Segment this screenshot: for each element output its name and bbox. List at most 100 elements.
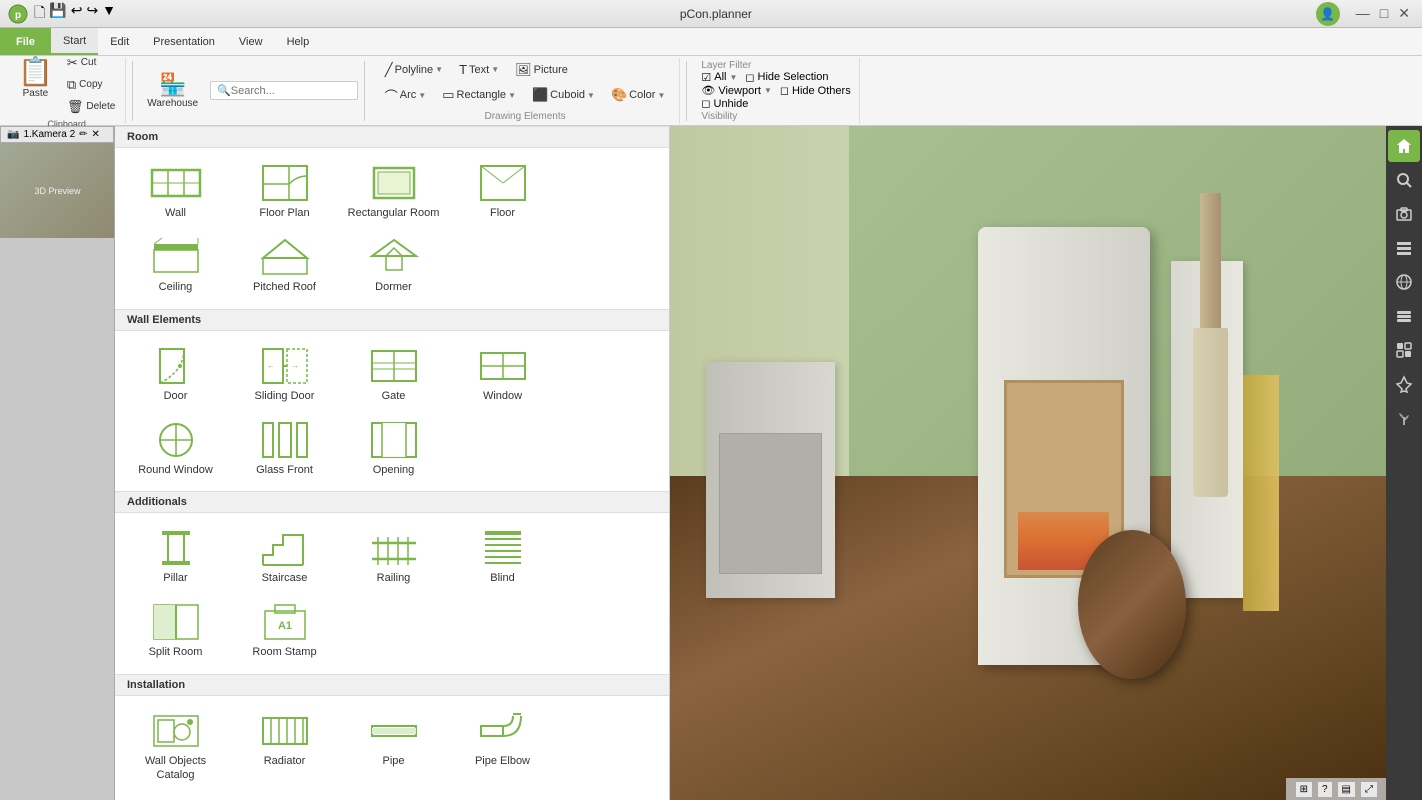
glass-front-icon (259, 419, 311, 461)
close-button[interactable]: ✕ (1394, 5, 1414, 22)
sidebar-item-pipe-elbow[interactable]: Pipe Elbow (450, 704, 555, 789)
sidebar-item-round-window[interactable]: Round Window (123, 413, 228, 483)
rt-pin-button[interactable] (1388, 368, 1420, 400)
unhide-icon: ◻ (701, 97, 710, 110)
redo-icon[interactable]: ↪ (86, 2, 98, 26)
sidebar-item-glass-front[interactable]: Glass Front (232, 413, 337, 483)
sidebar-item-pipe-tee[interactable]: Pipe Tee (123, 792, 228, 800)
all-layer-dropdown[interactable]: ▼ (729, 73, 737, 82)
layout-button[interactable]: ▤ (1337, 781, 1356, 798)
title-bar: p 🗋 💾 ↩ ↪ ▼ pCon.planner 👤 — □ ✕ (0, 0, 1422, 28)
expand-button[interactable]: ⤢ (1360, 781, 1378, 798)
edit-camera-icon[interactable]: ✏ (79, 129, 87, 140)
text-dropdown[interactable]: ▼ (491, 65, 499, 74)
color-icon: 🎨 (611, 87, 627, 103)
tab-presentation[interactable]: Presentation (141, 28, 227, 55)
rt-search-button[interactable] (1388, 164, 1420, 196)
sidebar-item-railing[interactable]: Railing (341, 521, 446, 591)
viewport-item[interactable]: 👁 Viewport ▼ (701, 84, 772, 97)
arc-dropdown[interactable]: ▼ (418, 91, 426, 100)
viewport-dropdown[interactable]: ▼ (764, 86, 772, 95)
sidebar-item-room-stamp[interactable]: A1 Room Stamp (232, 595, 337, 665)
sidebar-item-pipe[interactable]: Pipe (341, 704, 446, 789)
menu-bar: File Start Edit Presentation View Help (0, 28, 1422, 56)
tab-edit[interactable]: Edit (98, 28, 141, 55)
sidebar-item-wall-objects-catalog[interactable]: Wall Objects Catalog (123, 704, 228, 789)
sidebar-item-gate[interactable]: Gate (341, 339, 446, 409)
picture-button[interactable]: 🖼 Picture (509, 60, 574, 80)
sidebar-item-radiator[interactable]: Radiator (232, 704, 337, 789)
minimize-button[interactable]: — (1352, 5, 1374, 22)
sidebar-item-pitched-roof[interactable]: Pitched Roof (232, 230, 337, 300)
camera-tab[interactable]: 📷 1.Kamera 2 ✏ ✕ (0, 126, 114, 143)
sidebar-item-floor-plan[interactable]: Floor Plan (232, 156, 337, 226)
all-layer-item[interactable]: ☑ All ▼ (701, 71, 737, 84)
hide-selection-item[interactable]: ◻ Hide Selection (745, 71, 828, 84)
branches (1200, 193, 1221, 328)
rt-list-button[interactable] (1388, 232, 1420, 264)
rt-layers-button[interactable] (1388, 300, 1420, 332)
arc-button[interactable]: ⌒ Arc ▼ (379, 84, 432, 107)
warehouse-button[interactable]: 🏪 Warehouse (139, 68, 206, 113)
sidebar-item-dormer[interactable]: Dormer (341, 230, 446, 300)
color-button[interactable]: 🎨 Color ▼ (605, 85, 671, 105)
camera-icon: 📷 (7, 129, 19, 140)
maximize-button[interactable]: □ (1376, 5, 1392, 22)
unhide-item[interactable]: ◻ Unhide (701, 97, 748, 110)
rt-home-button[interactable] (1388, 130, 1420, 162)
sidebar-item-wall[interactable]: Wall (123, 156, 228, 226)
new-icon[interactable]: 🗋 (34, 2, 45, 26)
sidebar-item-opening[interactable]: Opening (341, 413, 446, 483)
sidebar: Room Wall (115, 126, 670, 800)
rectangular-room-icon (368, 162, 420, 204)
hide-others-item[interactable]: ◻ Hide Others (780, 84, 851, 97)
save-icon[interactable]: 💾 (49, 2, 66, 26)
cuboid-dropdown[interactable]: ▼ (587, 91, 595, 100)
sidebar-item-rectangular-room[interactable]: Rectangular Room (341, 156, 446, 226)
sidebar-item-staircase[interactable]: Staircase (232, 521, 337, 591)
grid-button[interactable]: ⊞ (1295, 781, 1313, 798)
polyline-dropdown[interactable]: ▼ (435, 65, 443, 74)
tab-view[interactable]: View (227, 28, 275, 55)
sidebar-item-sliding-door[interactable]: ← → Sliding Door (232, 339, 337, 409)
copy-button[interactable]: ⧉ Copy (63, 75, 119, 95)
search-bar[interactable]: 🔍 (210, 81, 358, 100)
rt-camera-button[interactable] (1388, 198, 1420, 230)
rectangle-icon: ▭ (442, 87, 454, 103)
cuboid-button[interactable]: ⬛ Cuboid ▼ (526, 85, 601, 105)
rt-plant-button[interactable] (1388, 402, 1420, 434)
close-camera-icon[interactable]: ✕ (92, 129, 100, 140)
status-bar: ⊞ ? ▤ ⤢ (1286, 778, 1386, 800)
radiator-icon (259, 710, 311, 752)
delete-button[interactable]: 🗑 Delete (63, 97, 119, 117)
rectangle-button[interactable]: ▭ Rectangle ▼ (436, 85, 522, 105)
file-menu[interactable]: File (0, 28, 51, 55)
tab-start[interactable]: Start (51, 28, 98, 55)
paste-button[interactable]: 📋 Paste (14, 53, 57, 101)
user-icon[interactable]: 👤 (1316, 2, 1340, 26)
polyline-button[interactable]: ╱ Polyline ▼ (379, 60, 449, 80)
sidebar-item-split-room[interactable]: Split Room (123, 595, 228, 665)
help-button[interactable]: ? (1317, 781, 1333, 798)
delete-label: Delete (86, 101, 115, 112)
pillar-icon (150, 527, 202, 569)
config-icon[interactable]: ▼ (102, 2, 116, 26)
rectangle-dropdown[interactable]: ▼ (508, 91, 516, 100)
rt-globe-button[interactable] (1388, 266, 1420, 298)
sidebar-item-floor[interactable]: Floor (450, 156, 555, 226)
arc-label: Arc (400, 89, 417, 101)
sidebar-item-blind[interactable]: Blind (450, 521, 555, 591)
color-dropdown[interactable]: ▼ (657, 91, 665, 100)
rectangle-label: Rectangle (457, 89, 507, 101)
sidebar-item-door[interactable]: Door (123, 339, 228, 409)
tab-help[interactable]: Help (275, 28, 322, 55)
text-button[interactable]: T Text ▼ (453, 60, 505, 79)
sidebar-item-window[interactable]: Window (450, 339, 555, 409)
staircase-label: Staircase (262, 571, 308, 585)
undo-icon[interactable]: ↩ (71, 2, 83, 26)
search-input[interactable] (231, 85, 351, 97)
sidebar-item-ceiling[interactable]: Ceiling (123, 230, 228, 300)
rt-materials-button[interactable] (1388, 334, 1420, 366)
sidebar-item-pillar[interactable]: Pillar (123, 521, 228, 591)
cut-button[interactable]: ✂ Cut (63, 53, 119, 73)
